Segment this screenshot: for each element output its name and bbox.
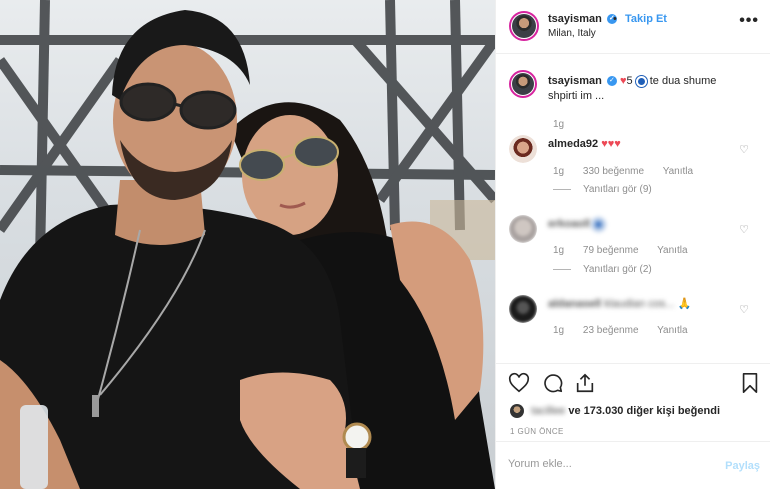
photo-illustration <box>0 0 495 489</box>
view-replies-button[interactable]: Yanıtları gör (2) <box>553 264 652 275</box>
share-icon[interactable] <box>574 372 596 394</box>
comment-meta: 1g 23 beğenme Yanıtla <box>553 325 704 336</box>
comment-username[interactable]: erkoaoll <box>548 218 590 230</box>
comment-username[interactable]: aldanasell <box>548 298 601 310</box>
author-username[interactable]: tsayisman ✓ <box>548 13 617 25</box>
like-comment-heart-icon[interactable]: ♡ <box>739 143 749 156</box>
comment-text: aldanasell klaudian cos... 🙏 <box>548 297 748 312</box>
comment-input[interactable] <box>508 458 708 470</box>
liker-username[interactable]: tacillee <box>531 405 565 417</box>
verified-badge-icon: ✓ <box>606 76 617 87</box>
post-location[interactable]: Milan, Italy <box>548 28 596 39</box>
reply-button[interactable]: Yanıtla <box>657 245 687 256</box>
post-actions: tacillee ve 173.030 diğer kişi beğendi 1… <box>496 363 770 441</box>
author-username-text[interactable]: tsayisman <box>548 13 602 25</box>
caption-count: 5 <box>626 75 633 87</box>
comment-avatar[interactable] <box>509 135 537 163</box>
comment-form: Paylaş <box>496 441 770 489</box>
comments-list[interactable]: tsayisman ✓ ♥5 te dua shume shpirti im .… <box>496 55 770 363</box>
reply-button[interactable]: Yanıtla <box>663 166 693 177</box>
likes-summary[interactable]: tacillee ve 173.030 diğer kişi beğendi <box>510 404 720 418</box>
comment-time[interactable]: 1g <box>553 325 564 336</box>
comment-time[interactable]: 1g <box>553 166 564 177</box>
caption-text: tsayisman ✓ ♥5 te dua shume shpirti im .… <box>548 74 748 104</box>
comment-likes[interactable]: 23 beğenme <box>583 325 639 336</box>
caption-avatar[interactable] <box>509 70 537 98</box>
comment-avatar[interactable] <box>509 295 537 323</box>
hands-emoji-icon: 🙏 <box>677 298 692 310</box>
evil-eye-emoji-icon <box>635 75 647 87</box>
likes-count-text[interactable]: ve 173.030 diğer kişi beğendi <box>568 405 720 417</box>
hearts-emoji-icon: ♥♥♥ <box>601 138 621 150</box>
comment-likes[interactable]: 79 beğenme <box>583 245 639 256</box>
comment-meta: 1g 330 beğenme Yanıtla <box>553 166 709 177</box>
like-comment-heart-icon[interactable]: ♡ <box>739 223 749 236</box>
like-comment-heart-icon[interactable]: ♡ <box>739 303 749 316</box>
comment-bubble-icon[interactable] <box>542 372 564 394</box>
caption-meta: 1g <box>553 119 580 130</box>
caption-time[interactable]: 1g <box>553 119 564 130</box>
post-header: tsayisman ✓ • Takip Et Milan, Italy ••• <box>496 0 770 54</box>
blurred-emoji-icon <box>593 218 605 230</box>
reply-button[interactable]: Yanıtla <box>657 325 687 336</box>
follow-button[interactable]: Takip Et <box>625 13 667 25</box>
comment-time[interactable]: 1g <box>553 245 564 256</box>
liker-avatar <box>510 404 524 418</box>
more-options-icon[interactable]: ••• <box>739 12 759 30</box>
comment-text: erkoaoll <box>548 217 748 232</box>
view-replies-button[interactable]: Yanıtları gör (9) <box>553 184 652 195</box>
comment-body: klaudian cos... <box>604 298 675 310</box>
comment-likes[interactable]: 330 beğenme <box>583 166 644 177</box>
header-separator: • <box>613 13 617 25</box>
post-comment-button[interactable]: Paylaş <box>725 460 760 472</box>
post-date[interactable]: 1 GÜN ÖNCE <box>510 427 564 436</box>
like-heart-icon[interactable] <box>508 372 530 394</box>
post-side-panel: tsayisman ✓ • Takip Et Milan, Italy ••• … <box>495 0 770 489</box>
post-photo[interactable] <box>0 0 495 489</box>
comment-meta: 1g 79 beğenme Yanıtla <box>553 245 704 256</box>
comment-username[interactable]: almeda92 <box>548 138 598 150</box>
comment-avatar[interactable] <box>509 215 537 243</box>
save-bookmark-icon[interactable] <box>739 372 761 394</box>
author-avatar[interactable] <box>509 11 539 41</box>
comment-text: almeda92 ♥♥♥ <box>548 137 748 152</box>
caption-username[interactable]: tsayisman <box>548 75 602 87</box>
